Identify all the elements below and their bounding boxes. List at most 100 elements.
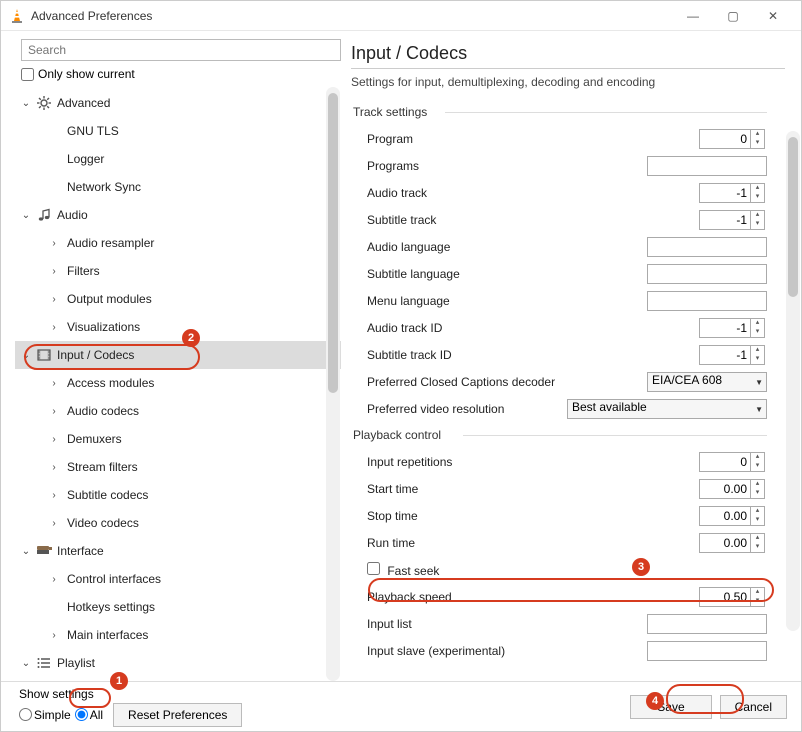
tree-category[interactable]: ⌄Advanced — [15, 89, 341, 117]
cancel-button[interactable]: Cancel — [720, 695, 787, 719]
spinner-input[interactable]: ▴▾ — [699, 183, 767, 203]
chevron-right-icon[interactable]: › — [47, 434, 61, 445]
chevron-down-icon[interactable]: ⌄ — [19, 210, 33, 221]
tree-item[interactable]: ›Stream filters — [15, 453, 341, 481]
gear-icon — [35, 95, 53, 111]
chevron-right-icon[interactable]: › — [47, 238, 61, 249]
chevron-down-icon[interactable]: ⌄ — [19, 546, 33, 557]
tree-item[interactable]: ›Output modules — [15, 285, 341, 313]
window-title: Advanced Preferences — [31, 9, 673, 23]
setting-row: Subtitle language — [351, 260, 767, 287]
settings-scrollbar[interactable] — [786, 131, 800, 631]
group-label: Playback control — [353, 428, 767, 442]
radio-all[interactable]: All — [75, 708, 103, 722]
tree-label: Filters — [67, 264, 100, 278]
combo-input[interactable]: EIA/CEA 608▼ — [647, 372, 767, 392]
spinner-input[interactable]: ▴▾ — [699, 129, 767, 149]
group-label: Track settings — [353, 105, 767, 119]
tree-item[interactable]: › Filters — [15, 257, 341, 285]
spinner-input[interactable]: ▴▾ — [699, 345, 767, 365]
maximize-button[interactable]: ▢ — [713, 9, 753, 23]
minimize-button[interactable]: — — [673, 9, 713, 23]
spinner-input[interactable]: ▴▾ — [699, 479, 767, 499]
setting-label: Input slave (experimental) — [367, 644, 647, 658]
setting-label: Program — [367, 132, 699, 146]
tree-label: Network Sync — [67, 180, 141, 194]
combo-input[interactable]: Best available▼ — [567, 399, 767, 419]
chevron-right-icon[interactable]: › — [47, 322, 61, 333]
tree-item[interactable]: ›Access modules — [15, 369, 341, 397]
tree-item[interactable]: ›Audio codecs — [15, 397, 341, 425]
tree-item[interactable]: Logger — [15, 145, 341, 173]
chevron-right-icon[interactable]: › — [47, 294, 61, 305]
setting-label: Audio track ID — [367, 321, 699, 335]
chevron-right-icon[interactable]: › — [47, 266, 61, 277]
setting-row: Stop time▴▾ — [351, 502, 767, 529]
text-input[interactable] — [647, 264, 767, 284]
chevron-right-icon[interactable]: › — [47, 462, 61, 473]
chevron-right-icon[interactable]: › — [47, 574, 61, 585]
tree-item[interactable]: › Main interfaces — [15, 621, 341, 649]
save-button[interactable]: Save — [630, 695, 711, 719]
tree-category[interactable]: ⌄Audio — [15, 201, 341, 229]
tree-category[interactable]: ⌄Playlist — [15, 649, 341, 677]
tree-item[interactable]: ›Demuxers — [15, 425, 341, 453]
spinner-input[interactable]: ▴▾ — [699, 452, 767, 472]
setting-row: Program▴▾ — [351, 125, 767, 152]
setting-row: Preferred Closed Captions decoderEIA/CEA… — [351, 368, 767, 395]
radio-simple[interactable]: Simple — [19, 708, 71, 722]
chevron-down-icon[interactable]: ⌄ — [19, 658, 33, 669]
category-tree[interactable]: ⌄AdvancedGNU TLSLogger Network Sync ⌄Audio… — [15, 87, 341, 681]
content-area: Only show current ⌄AdvancedGNU TLSLogger… — [1, 31, 801, 681]
chevron-right-icon[interactable]: › — [47, 490, 61, 501]
setting-label: Programs — [367, 159, 647, 173]
spinner-input[interactable]: ▴▾ — [699, 318, 767, 338]
text-input[interactable] — [647, 641, 767, 661]
text-input[interactable] — [647, 237, 767, 257]
reset-button[interactable]: Reset Preferences — [113, 703, 242, 727]
tree-item[interactable]: ›Audio resampler — [15, 229, 341, 257]
sidebar: Only show current ⌄AdvancedGNU TLSLogger… — [1, 31, 341, 681]
tree-item[interactable]: GNU TLS — [15, 117, 341, 145]
tree-item[interactable]: Hotkeys settings — [15, 593, 341, 621]
chevron-down-icon[interactable]: ⌄ — [19, 350, 33, 361]
only-current-checkbox[interactable] — [21, 68, 34, 81]
chevron-right-icon[interactable]: › — [47, 630, 61, 641]
chevron-right-icon[interactable]: › — [47, 378, 61, 389]
titlebar: Advanced Preferences — ▢ ✕ — [1, 1, 801, 31]
chevron-down-icon[interactable]: ⌄ — [19, 98, 33, 109]
setting-label: Subtitle track — [367, 213, 699, 227]
setting-label: Audio language — [367, 240, 647, 254]
tree-label: Main interfaces — [67, 628, 148, 642]
tree-category[interactable]: ⌄Input / Codecs — [15, 341, 341, 369]
spinner-input[interactable]: ▴▾ — [699, 587, 767, 607]
chevron-right-icon[interactable]: › — [47, 406, 61, 417]
setting-row: Audio language — [351, 233, 767, 260]
chevron-right-icon[interactable]: › — [47, 518, 61, 529]
settings-list: Track settingsProgram▴▾ProgramsAudio tra… — [351, 99, 785, 681]
setting-row: Audio track ID▴▾ — [351, 314, 767, 341]
setting-label: Subtitle track ID — [367, 348, 699, 362]
tree-label: Visualizations — [67, 320, 140, 334]
tree-label: Video codecs — [67, 516, 139, 530]
tree-item[interactable]: Network Sync — [15, 173, 341, 201]
spinner-input[interactable]: ▴▾ — [699, 506, 767, 526]
vlc-icon — [9, 8, 25, 24]
tree-item[interactable]: ›Subtitle codecs — [15, 481, 341, 509]
tree-scrollbar[interactable] — [326, 87, 340, 681]
spinner-input[interactable]: ▴▾ — [699, 210, 767, 230]
spinner-input[interactable]: ▴▾ — [699, 533, 767, 553]
tree-category[interactable]: ⌄Interface — [15, 537, 341, 565]
text-input[interactable] — [647, 291, 767, 311]
tree-item[interactable]: ›Control interfaces — [15, 565, 341, 593]
tree-item[interactable]: › Visualizations — [15, 313, 341, 341]
search-input[interactable] — [21, 39, 341, 61]
text-input[interactable] — [647, 614, 767, 634]
text-input[interactable] — [647, 156, 767, 176]
setting-row: Menu language — [351, 287, 767, 314]
only-show-current[interactable]: Only show current — [21, 67, 341, 81]
tree-item[interactable]: › Video codecs — [15, 509, 341, 537]
page-title: Input / Codecs — [351, 43, 785, 64]
close-button[interactable]: ✕ — [753, 9, 793, 23]
checkbox-input[interactable] — [367, 562, 380, 575]
